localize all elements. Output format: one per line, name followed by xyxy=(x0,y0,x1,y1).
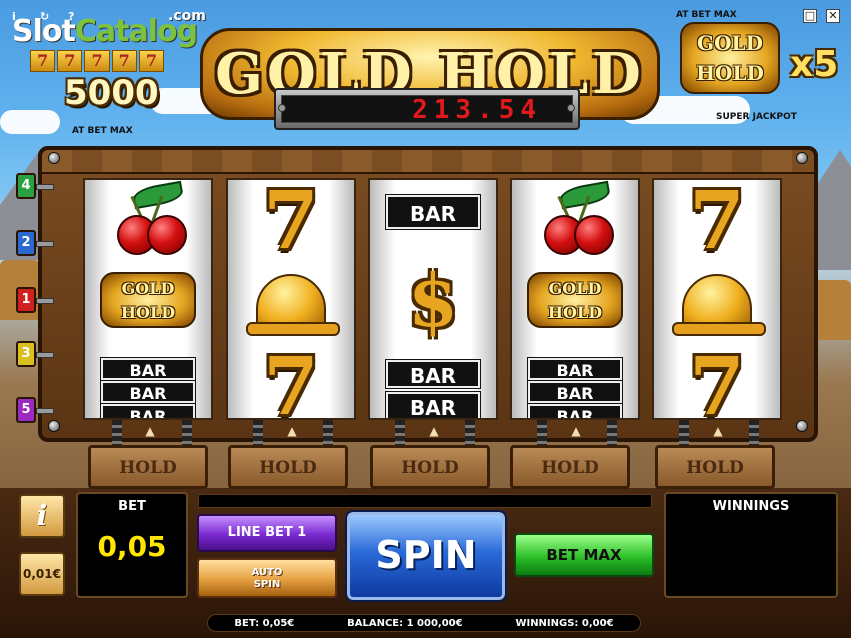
hold-arrow-icon: ▲ xyxy=(713,424,723,438)
rivet-icon xyxy=(796,420,808,432)
rivet-icon xyxy=(48,420,60,432)
single-bar-symbol: BAR xyxy=(370,180,496,252)
cloud xyxy=(0,110,60,134)
right-jackpot-bottom-caption: SUPER JACKPOT xyxy=(716,112,797,122)
chain-icon xyxy=(749,420,759,448)
status-winnings: WINNINGS: 0,00€ xyxy=(515,617,614,629)
seven-symbol: 7 xyxy=(263,339,319,420)
winnings-display: WINNINGS xyxy=(664,492,838,598)
left-jackpot-value: 5000 xyxy=(64,73,159,113)
reel-4: GOLD HOLD BAR BAR BAR xyxy=(510,178,640,420)
hold-button-4[interactable]: HOLD xyxy=(510,445,630,489)
payline-1-marker[interactable]: 1 xyxy=(16,287,54,313)
logo-line: GOLD xyxy=(697,31,763,55)
game-screen: SlotCatalog .com i ↻ ? 7 7 7 7 7 5000 AT… xyxy=(0,0,851,638)
spin-button[interactable]: SPIN xyxy=(345,510,507,602)
progressive-value: 213.54 xyxy=(281,95,573,124)
bell-symbol xyxy=(654,264,780,344)
left-jackpot-sevens: 7 7 7 7 7 xyxy=(30,50,165,72)
gold-hold-symbol: GOLD HOLD xyxy=(85,260,211,340)
restore-window-button[interactable]: □ xyxy=(803,9,817,23)
seven-symbol: 7 xyxy=(689,178,745,267)
super-jackpot-logo: GOLD HOLD xyxy=(680,22,780,94)
reel-3: BAR $ BAR BAR xyxy=(368,178,498,420)
right-jackpot-top-caption: AT BET MAX xyxy=(676,10,737,20)
seven-icon: 7 xyxy=(30,50,56,72)
status-bet: BET: 0,05€ xyxy=(234,617,295,629)
payline-3-marker[interactable]: 3 xyxy=(16,341,54,367)
payline-5-marker[interactable]: 5 xyxy=(16,397,54,423)
chain-icon xyxy=(395,420,405,448)
auto-spin-button[interactable]: AUTO SPIN xyxy=(197,558,337,598)
bell-symbol xyxy=(228,264,354,344)
hold-arrow-icon: ▲ xyxy=(287,424,297,438)
reel-2: 7 7 xyxy=(226,178,356,420)
watermark-suffix: .com xyxy=(168,8,206,24)
triple-bar-symbol: BAR BAR BAR xyxy=(512,352,638,418)
status-bar: BET: 0,05€ BALANCE: 1 000,00€ WINNINGS: … xyxy=(207,614,641,632)
reel-frame-top xyxy=(38,146,818,174)
seven-symbol: 7 xyxy=(689,339,745,420)
refresh-icon[interactable]: ↻ xyxy=(40,10,49,23)
chain-icon xyxy=(465,420,475,448)
status-balance: BALANCE: 1 000,00€ xyxy=(347,617,463,629)
hold-button-1[interactable]: HOLD xyxy=(88,445,208,489)
logo-line: HOLD xyxy=(696,61,764,85)
info-icon[interactable]: i xyxy=(12,10,16,23)
hold-button-5[interactable]: HOLD xyxy=(655,445,775,489)
payline-2-marker[interactable]: 2 xyxy=(16,230,54,256)
hold-button-2[interactable]: HOLD xyxy=(228,445,348,489)
chain-icon xyxy=(679,420,689,448)
gold-hold-symbol: GOLD HOLD xyxy=(512,260,638,340)
reel-5: 7 7 xyxy=(652,178,782,420)
bet-caption: BET xyxy=(118,499,146,514)
hold-arrow-icon: ▲ xyxy=(571,424,581,438)
seven-icon: 7 xyxy=(84,50,110,72)
triple-bar-symbol: BAR BAR BAR xyxy=(85,352,211,418)
winnings-caption: WINNINGS xyxy=(712,499,790,514)
line-bet-button[interactable]: LINE BET 1 xyxy=(197,514,337,552)
payline-4-marker[interactable]: 4 xyxy=(16,173,54,199)
double-bar-symbol: BAR BAR xyxy=(370,350,496,418)
help-icon[interactable]: ? xyxy=(68,10,74,23)
auto-spin-label: AUTO xyxy=(251,567,283,578)
chain-icon xyxy=(607,420,617,448)
auto-spin-label: SPIN xyxy=(253,579,281,590)
jackpot-multiplier: x5 xyxy=(790,44,839,85)
chain-icon xyxy=(182,420,192,448)
chain-icon xyxy=(537,420,547,448)
chain-icon xyxy=(253,420,263,448)
progressive-display: 213.54 xyxy=(274,88,580,130)
hold-button-3[interactable]: HOLD xyxy=(370,445,490,489)
bet-display: BET 0,05 xyxy=(76,492,188,598)
info-button[interactable]: i xyxy=(19,494,65,538)
chain-icon xyxy=(112,420,122,448)
cherry-symbol xyxy=(85,180,211,260)
chain-icon xyxy=(323,420,333,448)
cherry-symbol xyxy=(512,180,638,260)
hold-arrow-icon: ▲ xyxy=(429,424,439,438)
coin-value-button[interactable]: 0,01€ xyxy=(19,552,65,596)
message-bar xyxy=(198,494,652,508)
rivet-icon xyxy=(796,152,808,164)
rivet-icon xyxy=(48,152,60,164)
close-window-button[interactable]: ✕ xyxy=(826,9,840,23)
seven-symbol: 7 xyxy=(263,178,319,267)
bet-value: 0,05 xyxy=(97,530,167,563)
dollar-symbol: $ xyxy=(407,257,459,343)
seven-icon: 7 xyxy=(111,50,137,72)
seven-icon: 7 xyxy=(138,50,165,72)
reel-1: GOLD HOLD BAR BAR BAR xyxy=(83,178,213,420)
seven-icon: 7 xyxy=(57,50,83,72)
left-jackpot-caption: AT BET MAX xyxy=(72,126,133,136)
bet-max-button[interactable]: BET MAX xyxy=(514,533,654,577)
bolt-icon xyxy=(278,104,286,112)
bolt-icon xyxy=(567,104,575,112)
hold-arrow-icon: ▲ xyxy=(145,424,155,438)
